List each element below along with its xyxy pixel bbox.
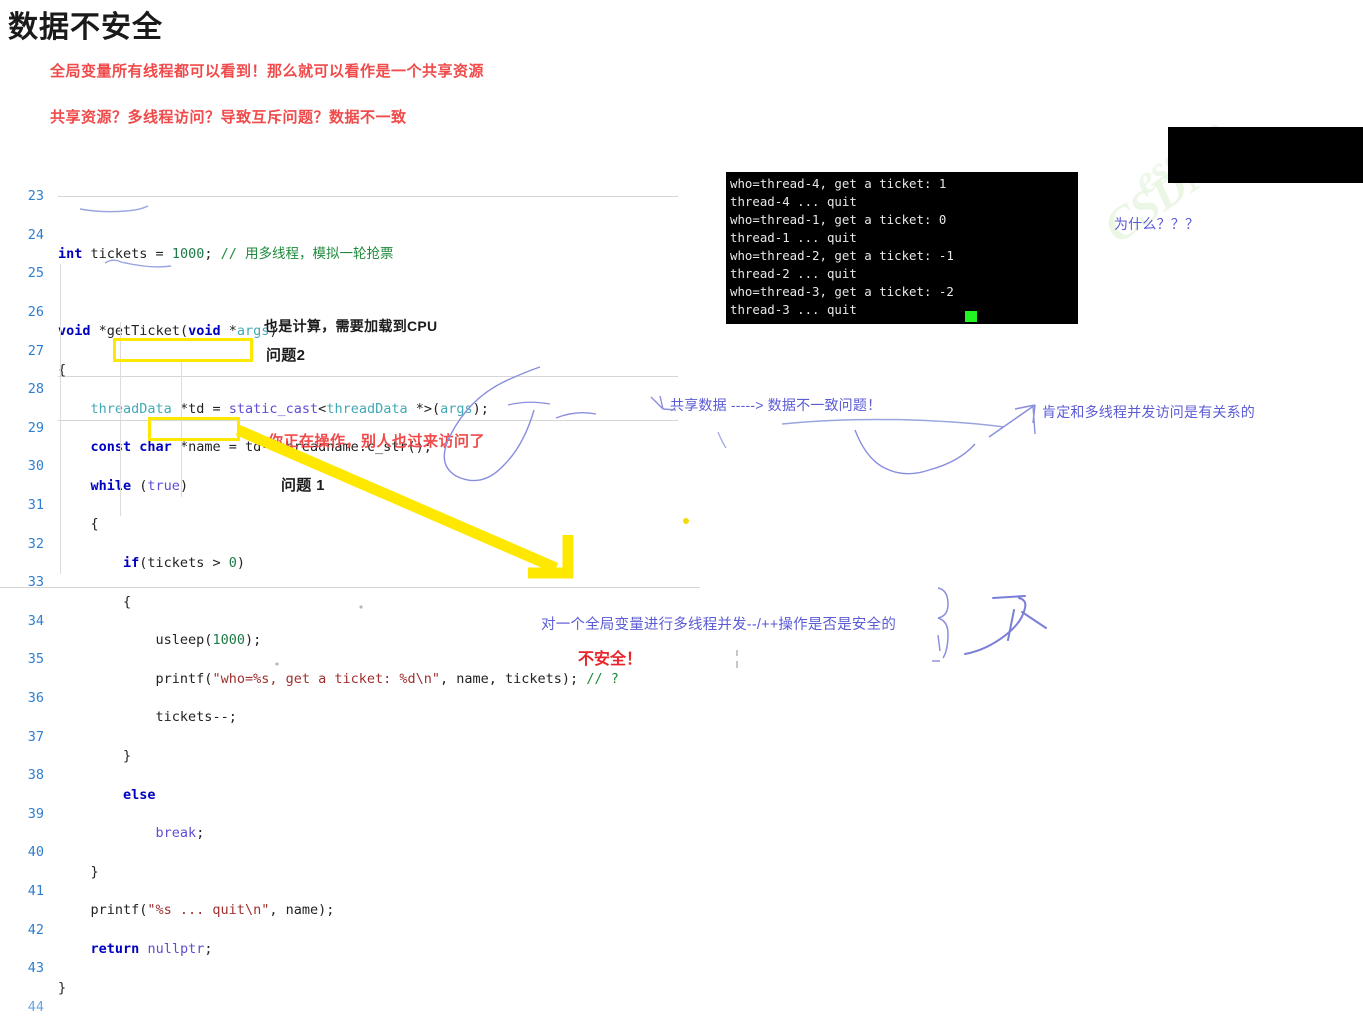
terminal-line: thread-3 ... quit (730, 302, 857, 317)
code-line[interactable]: 39 break; (0, 786, 700, 841)
line-number: 27 (27, 342, 44, 359)
editor-rule-1 (58, 196, 678, 197)
line-number: 28 (27, 381, 44, 398)
highlight-if-condition (113, 338, 253, 362)
code-line[interactable]: 28 threadData *td = static_cast<threadDa… (0, 361, 700, 416)
code-line[interactable]: 34 usleep(1000); (0, 593, 700, 648)
annotation-shared-data: 共享数据 -----> 数据不一致问题！ (670, 397, 882, 413)
line-number: 40 (27, 844, 44, 861)
annotation-problem2: 问题2 (266, 347, 306, 364)
line-number: 24 (27, 226, 44, 243)
code-line[interactable]: 37 } (0, 708, 700, 764)
line-number: 23 (27, 188, 44, 205)
ink-curve-right-hook2 (928, 443, 976, 471)
line-number: 43 (27, 960, 44, 977)
line-number: 35 (27, 651, 44, 668)
line-number: 25 (27, 265, 44, 282)
annotation-race-warning: 你正在操作，别人也过来访问了 (268, 433, 486, 450)
line-number: 31 (27, 497, 44, 514)
line-number: 37 (27, 728, 44, 745)
stray-dot-gray-2 (275, 662, 279, 666)
indent-guide (60, 264, 61, 574)
redacted-black-bar (1168, 127, 1363, 183)
code-line[interactable]: 23 (0, 168, 700, 204)
editor-rule-4 (0, 587, 700, 588)
code-line[interactable]: 41 printf("%s ... quit\n", name); (0, 863, 700, 918)
annotation-problem2-reason: 也是计算，需要加载到CPU (264, 318, 438, 334)
ink-curve-right-hook (854, 429, 930, 475)
line-number: 34 (27, 612, 44, 629)
code-line[interactable]: 24 int tickets = 1000; // 用多线程，模拟一轮抢票 (0, 207, 700, 262)
line-number: 42 (27, 921, 44, 938)
terminal-output[interactable]: who=thread-4, get a ticket: 1 thread-4 .… (726, 172, 1078, 324)
ink-arrow-concurrency (988, 404, 1036, 438)
annotation-question: 对一个全局变量进行多线程并发--/++操作是否是安全的 (541, 617, 897, 633)
handwritten-char-bu (964, 595, 1047, 655)
code-line[interactable]: 38 else (0, 747, 700, 802)
code-line[interactable]: 42 return nullptr; (0, 901, 700, 957)
line-number: 41 (27, 883, 44, 900)
code-line[interactable]: 26 void *getTicket(void *args) (0, 284, 700, 339)
ink-brace-bottom (932, 587, 949, 662)
code-editor[interactable]: 23 24 int tickets = 1000; // 用多线程，模拟一轮抢票… (0, 168, 700, 1015)
code-line[interactable]: 43 } (0, 940, 700, 995)
note-line-2: 共享资源？多线程访问？导致互斥问题？数据不一致 (50, 109, 407, 126)
line-number: 33 (27, 574, 44, 591)
line-number: 44 (27, 998, 44, 1015)
code-line[interactable]: 40 } (0, 824, 700, 879)
annotation-problem1: 问题 1 (281, 477, 325, 494)
terminal-line: thread-4 ... quit (730, 194, 857, 209)
line-number: 38 (27, 767, 44, 784)
note-line-1: 全局变量所有线程都可以看到！那么就可以看作是一个共享资源 (50, 63, 485, 80)
code-line[interactable]: 29 const char *name = td->threadname.c_s… (0, 400, 700, 455)
page-title: 数据不安全 (8, 11, 163, 44)
code-line[interactable]: 32 if(tickets > 0) (0, 515, 700, 571)
annotation-answer-unsafe: 不安全！ (578, 651, 643, 668)
terminal-line: who=thread-3, get a ticket: -2 (730, 284, 954, 299)
code-line[interactable]: 31 { (0, 477, 700, 532)
line-number: 39 (27, 805, 44, 822)
code-line[interactable]: 25 (0, 245, 700, 281)
ink-tick-under-problem (717, 431, 727, 449)
line-number: 26 (27, 304, 44, 321)
code-line[interactable]: 33 { (0, 554, 700, 609)
line-number: 32 (27, 535, 44, 552)
annotation-concurrency: 肯定和多线程并发访问是有关系的 (1042, 404, 1255, 420)
terminal-line: who=thread-1, get a ticket: 0 (730, 212, 947, 227)
line-number: 36 (27, 690, 44, 707)
terminal-line: who=thread-4, get a ticket: 1 (730, 176, 947, 191)
annotation-why: 为什么？？？ (1114, 216, 1200, 232)
line-number: 29 (27, 419, 44, 436)
terminal-line: who=thread-2, get a ticket: -1 (730, 248, 954, 263)
highlight-decrement (148, 417, 240, 441)
terminal-line: thread-2 ... quit (730, 266, 857, 281)
code-line[interactable]: 44 (0, 979, 700, 1015)
code-line[interactable]: 36 tickets--; (0, 670, 700, 725)
ink-underline-problem (781, 418, 1005, 428)
terminal-line: thread-1 ... quit (730, 230, 857, 245)
line-number: 30 (27, 458, 44, 475)
terminal-cursor (965, 311, 977, 322)
